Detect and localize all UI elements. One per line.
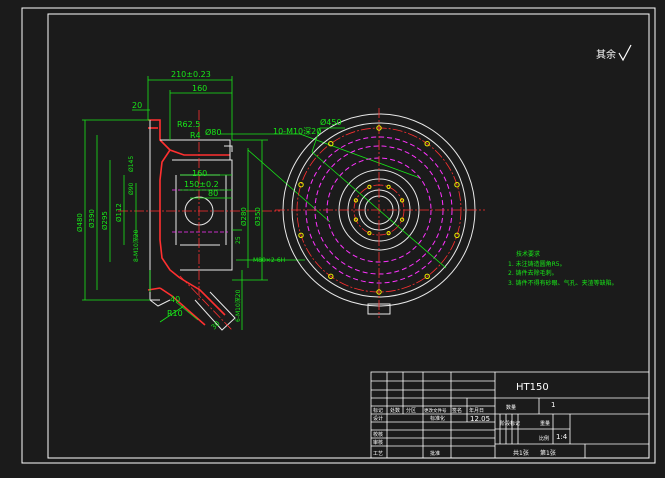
dim-holes: 10-M10深20 <box>273 127 321 136</box>
dim-20: 20 <box>132 101 142 110</box>
tech-req-item-2: 2. 铸件去除毛刺。 <box>508 269 558 277</box>
drawing-frame <box>21 7 656 464</box>
title-block: HT150 标记 设计 校核 审核 工艺 处数 分区 更改文件号 签名 年月日 … <box>370 371 650 459</box>
roughness-note-text: 其余 <box>596 48 616 61</box>
row-label-review: 审核 <box>373 439 383 446</box>
roughness-note: 其余 <box>596 44 632 62</box>
row-label-design: 设计 <box>373 415 383 422</box>
dim-d280: Ø280 <box>240 207 248 226</box>
stage-label: 阶段标记 <box>500 420 520 427</box>
material-label: HT150 <box>516 382 549 393</box>
dim-r62: R62.5 <box>177 120 200 129</box>
dim-r10: R10 <box>167 309 183 318</box>
dim-d295: Ø295 <box>101 211 109 230</box>
header-signature: 签名 <box>452 407 462 414</box>
dim-d350: Ø350 <box>254 207 262 226</box>
row-label-mark: 标记 <box>373 407 383 414</box>
header-change-doc: 更改文件号 <box>424 407 447 414</box>
weight-label: 重量 <box>540 420 550 427</box>
dim-25: 25 <box>235 236 242 244</box>
standardization-label: 标准化 <box>430 415 445 422</box>
tech-req-item-1: 1. 未注铸造圆角R5。 <box>508 260 566 268</box>
count-label: 数量 <box>506 404 516 411</box>
roughness-check-icon <box>618 44 632 62</box>
dim-d145: Ø145 <box>128 156 135 172</box>
dim-30: 30 <box>210 319 222 331</box>
sheet-number: 第1张 <box>540 449 556 457</box>
technical-requirements: 技术要求 1. 未注铸造圆角R5。 2. 铸件去除毛刺。 3. 铸件不得有砂眼、… <box>508 250 618 287</box>
dim-r4: R4 <box>190 131 201 140</box>
dim-d390: Ø390 <box>88 209 96 228</box>
row-label-craft: 工艺 <box>373 451 383 457</box>
dim-d80-top: Ø80 <box>205 127 221 137</box>
dim-8-holes: 8-M10深20 <box>132 229 140 262</box>
tech-req-item-3: 3. 铸件不得有砂眼、气孔、夹渣等缺陷。 <box>508 279 618 287</box>
dim-40: 40 <box>170 295 180 304</box>
dim-80-mid: 80 <box>208 189 218 198</box>
dim-d112: Ø112 <box>115 203 123 222</box>
tech-req-title: 技术要求 <box>516 250 540 258</box>
inner-bolt-hole <box>367 184 372 189</box>
sheets-total: 共1张 <box>513 449 529 457</box>
count-value: 1 <box>551 401 555 409</box>
scale-label: 比例 <box>539 435 549 442</box>
dim-m80: M80×2-6H <box>253 257 285 264</box>
row-label-check: 校核 <box>373 431 383 438</box>
dim-150: 150±0.2 <box>184 180 219 189</box>
dim-d480: Ø480 <box>76 213 84 232</box>
outer-bolt-hole <box>298 182 304 188</box>
section-hatch <box>147 119 230 326</box>
outer-border <box>21 7 656 464</box>
dim-6-holes: 6-M10深20 <box>234 289 242 322</box>
dim-d90: Ø90 <box>128 182 135 195</box>
dim-160-top: 160 <box>192 84 207 93</box>
cad-drawing-canvas[interactable]: 其余 210±0.23 160 20 R62.5 R4 Ø80 10-M10深2… <box>0 0 665 478</box>
header-date: 年月日 <box>469 407 484 414</box>
approve-label: 批准 <box>430 450 440 457</box>
dim-210: 210±0.23 <box>171 70 211 79</box>
title-block-grid <box>370 371 650 459</box>
header-zone: 分区 <box>406 407 416 414</box>
dim-d450: Ø450 <box>320 117 342 127</box>
section-outline <box>149 120 236 331</box>
dim-160-mid: 160 <box>192 169 207 178</box>
scale-value: 1:4 <box>556 433 568 441</box>
top-view: Ø450 <box>275 108 485 318</box>
inner-bolt-hole <box>386 184 391 189</box>
header-count: 处数 <box>390 407 400 414</box>
date-value: 12.05 <box>470 415 490 423</box>
